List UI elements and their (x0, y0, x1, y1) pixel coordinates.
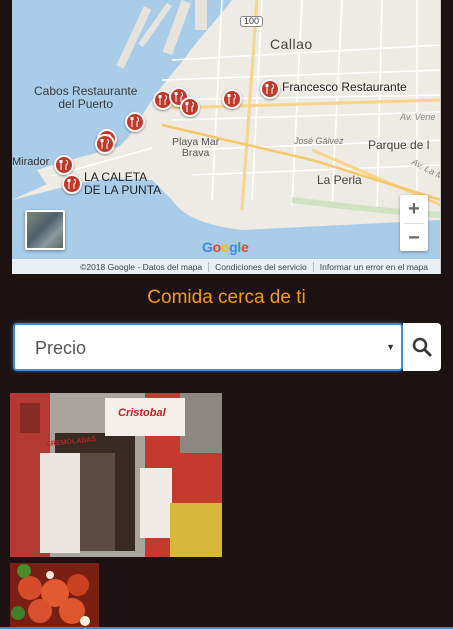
fork-knife-icon (100, 139, 109, 149)
restaurant-pin[interactable] (222, 89, 242, 109)
restaurant-pin[interactable] (54, 155, 74, 175)
fork-knife-icon (185, 102, 194, 112)
fork-knife-icon (265, 84, 274, 94)
map-label-callao: Callao (270, 36, 313, 52)
route-100-shield: 100 (240, 16, 264, 28)
zoom-out-button[interactable]: − (400, 224, 428, 252)
map-copyright: ©2018 Google - Datos del mapa (80, 261, 203, 272)
map-label-cabos: Cabos Restaurante del Puerto (34, 84, 138, 111)
fork-knife-icon (158, 95, 167, 105)
google-logo-letter: G (202, 239, 213, 255)
fork-knife-icon (59, 160, 68, 170)
google-logo-letter: o (212, 239, 222, 255)
zoom-in-button[interactable]: + (400, 195, 428, 223)
map-label-jose-galvez: José Gálvez (294, 136, 344, 146)
map-label-parque: Parque de l (368, 138, 430, 152)
restaurant-pin[interactable] (260, 79, 280, 99)
map-attribution: ©2018 Google - Datos del mapa Condicione… (12, 259, 440, 274)
report-error-link[interactable]: Informar un error en el mapa (312, 261, 434, 272)
map-label-francesco: Francesco Restaurante (282, 80, 407, 94)
restaurant-pin[interactable] (95, 134, 115, 154)
satellite-view-toggle[interactable] (25, 210, 65, 250)
google-logo-letter: e (240, 239, 249, 255)
storefront-image (10, 393, 222, 557)
restaurant-pin[interactable] (62, 174, 82, 194)
food-image (10, 563, 99, 627)
google-logo-letter: o (220, 239, 230, 255)
restaurant-pin[interactable] (180, 97, 200, 117)
fork-knife-icon (130, 117, 139, 127)
map-label-mirador: Mirador (12, 156, 50, 168)
zoom-control: + − (400, 195, 428, 251)
map-label-playa-mar-brava: Playa Mar Brava (172, 136, 220, 160)
fork-knife-icon (67, 179, 76, 189)
chevron-down-icon: ▼ (386, 342, 395, 352)
map-label-la-caleta: LA CALETA DE LA PUNTA (84, 170, 162, 197)
map[interactable]: 100 Callao Cabos Restaurante del Puerto … (12, 0, 441, 274)
dish-photo[interactable] (10, 563, 99, 627)
map-base (12, 0, 440, 274)
search-button[interactable] (403, 323, 441, 371)
sign-cristobal: Cristobal (118, 407, 166, 419)
price-filter-select[interactable]: Precio ▼ (13, 323, 403, 371)
search-icon (412, 337, 432, 357)
section-title: Comida cerca de ti (147, 287, 306, 308)
terms-link[interactable]: Condiciones del servicio (208, 261, 313, 272)
map-label-la-perla: La Perla (317, 173, 362, 187)
restaurant-pin[interactable] (125, 112, 145, 132)
restaurant-photo[interactable]: CREMOLADAS Cristobal (10, 393, 222, 557)
fork-knife-icon (227, 94, 236, 104)
price-filter-value: Precio (35, 338, 87, 358)
map-label-av-venezuela: Av. Vene (400, 112, 436, 122)
google-logo: Google (202, 239, 249, 255)
